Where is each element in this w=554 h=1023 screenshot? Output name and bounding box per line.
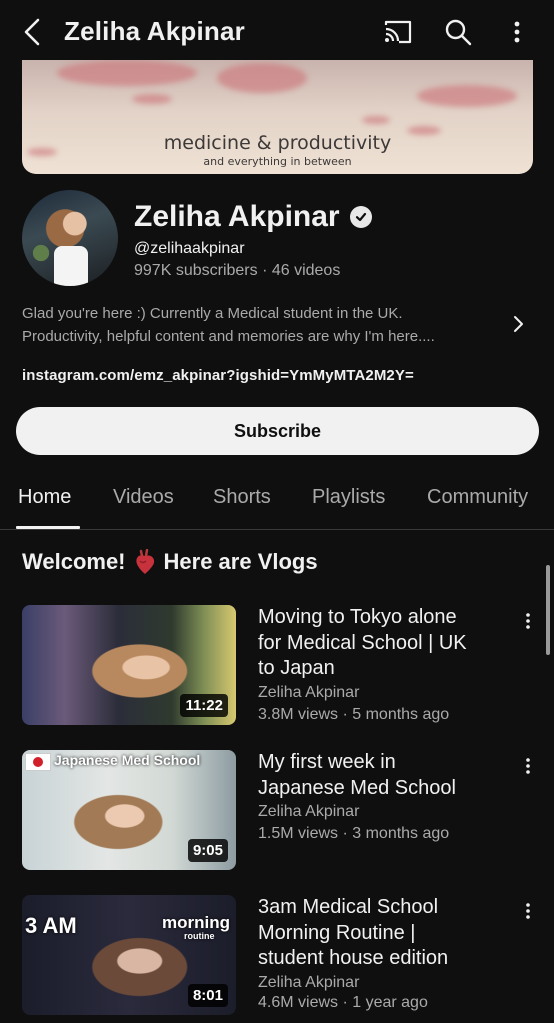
banner-title: medicine & productivity <box>163 132 392 154</box>
video-channel: Zeliha Akpinar <box>258 803 360 820</box>
video-title-line: student house edition <box>258 947 449 969</box>
channel-handle: @zelihaakpinar <box>134 240 245 257</box>
video-meta: 1.5M views · 3 months ago <box>258 825 450 842</box>
video-title[interactable]: 3am Medical School Morning Routine | stu… <box>258 895 508 972</box>
video-channel: Zeliha Akpinar <box>258 684 360 701</box>
more-vert-icon[interactable] <box>497 12 537 52</box>
japan-flag-icon <box>25 753 51 771</box>
search-icon[interactable] <box>438 12 478 52</box>
video-thumbnail[interactable]: 3 AM morning routine 8:01 <box>22 895 236 1015</box>
banner-subtitle: and everything in between <box>203 155 352 168</box>
video-title[interactable]: Moving to Tokyo alone for Medical School… <box>258 605 508 682</box>
video-title-line: Japanese Med School <box>258 776 456 799</box>
video-thumbnail[interactable]: Japanese Med School 9:05 <box>22 750 236 870</box>
video-title-line: Moving to Tokyo alone <box>258 606 457 628</box>
channel-link[interactable]: instagram.com/emz_akpinar?igshid=YmMyMTA… <box>22 367 414 384</box>
verified-icon <box>349 206 372 228</box>
channel-description[interactable]: Glad you're here :) Currently a Medical … <box>22 302 502 348</box>
video-title-line: Morning Routine | <box>258 921 416 944</box>
video-title-line: My first week in <box>258 751 396 773</box>
more-vert-icon[interactable] <box>518 609 538 633</box>
video-duration: 9:05 <box>187 839 228 862</box>
thumbnail-text: morning <box>162 913 230 932</box>
tab-playlists[interactable]: Playlists <box>312 486 385 509</box>
tab-community[interactable]: Community <box>427 486 528 509</box>
channel-stats: 997K subscribers · 46 videos <box>134 262 341 279</box>
top-app-bar: Zeliha Akpinar <box>0 0 554 62</box>
channel-banner: medicine & productivity and everything i… <box>22 60 533 174</box>
thumbnail-text: 3 AM <box>25 913 77 938</box>
section-title-pre: Welcome! <box>22 549 126 574</box>
tab-videos[interactable]: Videos <box>113 486 174 509</box>
back-arrow-icon[interactable] <box>14 14 50 50</box>
video-title-line: to Japan <box>258 657 335 679</box>
more-vert-icon[interactable] <box>518 899 538 923</box>
video-channel: Zeliha Akpinar <box>258 974 360 991</box>
section-title: Welcome! Here are Vlogs <box>22 549 318 575</box>
video-thumbnail[interactable]: 11:22 <box>22 605 236 725</box>
more-vert-icon[interactable] <box>518 754 538 778</box>
video-title[interactable]: My first week in Japanese Med School <box>258 750 508 801</box>
cast-icon[interactable] <box>378 12 418 52</box>
subscribe-button[interactable]: Subscribe <box>16 407 539 455</box>
avatar[interactable] <box>22 190 118 286</box>
active-tab-indicator <box>16 526 80 529</box>
tab-shorts[interactable]: Shorts <box>213 486 271 509</box>
page-title: Zeliha Akpinar <box>64 16 245 46</box>
video-item[interactable]: 3 AM morning routine 8:01 3am Medical Sc… <box>0 895 554 1015</box>
channel-name: Zeliha Akpinar <box>134 200 340 233</box>
chevron-right-icon[interactable] <box>508 314 528 334</box>
tab-home[interactable]: Home <box>18 486 71 509</box>
section-title-post: Here are Vlogs <box>163 549 318 574</box>
video-duration: 11:22 <box>180 694 228 717</box>
thumbnail-text: routine <box>184 931 215 941</box>
thumbnail-text: Japanese Med School <box>54 752 201 768</box>
channel-name-row: Zeliha Akpinar <box>134 200 372 234</box>
channel-tabs: Home Videos Shorts Playlists Community <box>0 470 554 530</box>
anatomical-heart-icon <box>130 549 160 575</box>
video-item[interactable]: Japanese Med School 9:05 My first week i… <box>0 750 554 870</box>
video-item[interactable]: 11:22 Moving to Tokyo alone for Medical … <box>0 605 554 725</box>
video-meta: 4.6M views · 1 year ago <box>258 994 428 1011</box>
video-duration: 8:01 <box>187 984 228 1007</box>
video-title-line: 3am Medical School <box>258 896 439 918</box>
video-title-line: for Medical School | UK <box>258 631 467 654</box>
video-meta: 3.8M views · 5 months ago <box>258 706 450 723</box>
description-line: Glad you're here :) Currently a Medical … <box>22 305 403 322</box>
description-line: Productivity, helpful content and memori… <box>22 328 435 345</box>
